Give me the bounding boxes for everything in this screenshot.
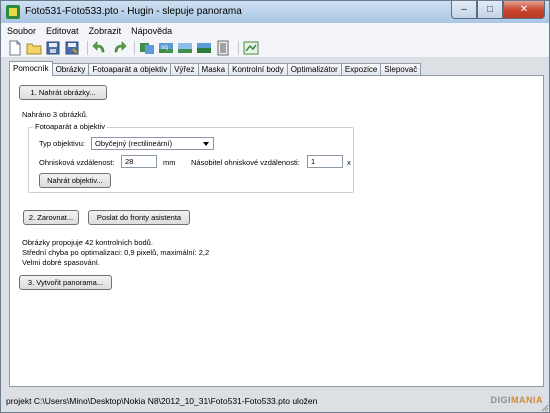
hugin-app-icon <box>6 5 20 19</box>
gl-preview-icon[interactable] <box>243 40 259 56</box>
undo-icon[interactable] <box>92 40 108 56</box>
close-button[interactable]: ✕ <box>503 1 545 19</box>
tab-bar: Pomocník Obrázky Fotoaparát a objektiv V… <box>9 61 422 76</box>
menu-editovat[interactable]: Editovat <box>46 26 79 36</box>
status-text: projekt C:\Users\Mino\Desktop\Nokia N8\2… <box>6 396 318 406</box>
lens-type-value: Obyčejný (rectilineární) <box>95 139 173 148</box>
load-lens-button[interactable]: Nahrát objektiv... <box>39 173 111 188</box>
lens-group-label: Fotoaparát a objektiv <box>33 122 108 131</box>
menu-napoveda[interactable]: Nápověda <box>131 26 172 36</box>
menu-soubor[interactable]: Soubor <box>7 26 36 36</box>
optimize-icon[interactable]: sq <box>158 40 174 56</box>
tab-pomocnik[interactable]: Pomocník <box>9 61 53 76</box>
lens-group: Fotoaparát a objektiv Typ objektivu: Oby… <box>28 122 354 193</box>
focal-length-input[interactable]: 28 <box>121 155 157 168</box>
svg-text:sq: sq <box>161 44 168 51</box>
layout-icon[interactable] <box>215 40 231 56</box>
lens-type-select[interactable]: Obyčejný (rectilineární) <box>91 137 214 150</box>
hugin-window: Foto531-Foto533.pto - Hugin - slepuje pa… <box>0 0 550 413</box>
title-bar: Foto531-Foto533.pto - Hugin - slepuje pa… <box>1 1 549 23</box>
focal-length-label: Ohnisková vzdálenost: <box>39 158 115 167</box>
align-button[interactable]: 2. Zarovnat... <box>23 210 79 225</box>
control-points-icon[interactable] <box>139 40 155 56</box>
crop-factor-input[interactable]: 1 <box>307 155 343 168</box>
create-panorama-button[interactable]: 3. Vytvořit panorama... <box>19 275 112 290</box>
preview-icon[interactable] <box>177 40 193 56</box>
open-folder-icon[interactable] <box>26 40 42 56</box>
toolbar-separator <box>87 40 88 55</box>
digimania-watermark: DIGIMANIA <box>490 395 543 405</box>
chevron-down-icon <box>203 142 209 146</box>
maximize-button[interactable]: □ <box>477 1 503 19</box>
window-title: Foto531-Foto533.pto - Hugin - slepuje pa… <box>25 6 242 17</box>
send-to-queue-button[interactable]: Poslat do fronty asistenta <box>88 210 190 225</box>
lens-type-label: Typ objektivu: <box>39 139 85 148</box>
save-icon[interactable] <box>45 40 61 56</box>
optimization-error-info: Střední chyba po optimalizaci: 0,9 pixel… <box>22 248 210 257</box>
fit-quality-info: Velmi dobré spasování. <box>22 258 100 267</box>
loaded-images-text: Nahráno 3 obrázků. <box>22 110 88 119</box>
window-controls: – □ ✕ <box>451 1 545 19</box>
crop-unit: x <box>347 158 351 167</box>
menu-bar: Soubor Editovat Zobrazit Nápověda <box>1 23 549 38</box>
toolbar-separator <box>134 40 135 55</box>
new-file-icon[interactable] <box>7 40 23 56</box>
watermark-part-a: DIGI <box>490 395 511 405</box>
toolbar: sq <box>1 38 549 58</box>
minimize-button[interactable]: – <box>451 1 477 19</box>
toolbar-separator <box>238 40 239 55</box>
load-images-button[interactable]: 1. Nahrát obrázky... <box>19 85 107 100</box>
save-as-icon[interactable] <box>64 40 80 56</box>
assistant-panel: 1. Nahrát obrázky... Nahráno 3 obrázků. … <box>9 75 544 387</box>
menu-zobrazit[interactable]: Zobrazit <box>89 26 122 36</box>
status-bar: projekt C:\Users\Mino\Desktop\Nokia N8\2… <box>1 393 549 412</box>
focal-unit: mm <box>163 158 176 167</box>
crop-factor-label: Násobitel ohniskové vzdálenosti: <box>191 158 300 167</box>
control-points-info: Obrázky propojuje 42 kontrolních bodů. <box>22 238 153 247</box>
fast-preview-icon[interactable] <box>196 40 212 56</box>
resize-grip-icon[interactable] <box>539 402 549 412</box>
redo-icon[interactable] <box>111 40 127 56</box>
